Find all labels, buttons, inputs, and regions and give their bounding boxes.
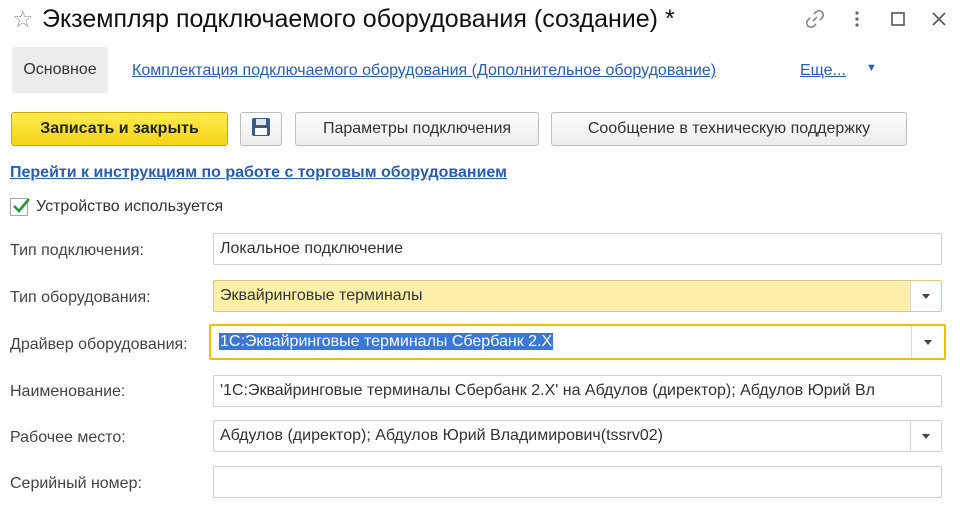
window-title: Экземпляр подключаемого оборудования (со… <box>42 5 675 33</box>
maximize-icon[interactable] <box>885 6 911 32</box>
support-message-button[interactable]: Сообщение в техническую поддержку <box>551 112 907 146</box>
floppy-disk-icon <box>251 117 271 142</box>
link-icon[interactable] <box>802 6 828 32</box>
dropdown-button[interactable] <box>910 421 941 451</box>
more-vertical-icon[interactable] <box>844 6 870 32</box>
tab-main[interactable]: Основное <box>12 47 108 93</box>
checkmark-icon <box>13 198 30 213</box>
driver-select[interactable]: 1С:Эквайринговые терминалы Сбербанк 2.X <box>209 324 946 360</box>
connection-type-label: Тип подключения: <box>10 242 144 259</box>
save-close-button[interactable]: Записать и закрыть <box>11 112 228 146</box>
driver-label: Драйвер оборудования: <box>10 336 188 353</box>
serial-label: Серийный номер: <box>10 475 142 492</box>
chevron-down-icon <box>922 293 930 299</box>
device-used-checkbox[interactable] <box>10 198 30 216</box>
save-button[interactable] <box>240 112 282 146</box>
name-input[interactable]: '1С:Эквайринговые терминалы Сбербанк 2.X… <box>213 375 942 407</box>
equipment-type-value: Эквайринговые терминалы <box>220 287 423 304</box>
tab-equipment-kit[interactable]: Комплектация подключаемого оборудования … <box>132 62 716 80</box>
serial-input[interactable] <box>213 466 942 498</box>
equipment-type-label: Тип оборудования: <box>10 289 151 306</box>
driver-value: 1С:Эквайринговые терминалы Сбербанк 2.X <box>219 333 554 350</box>
chevron-down-icon[interactable]: ▼ <box>866 62 877 74</box>
connection-type-field[interactable]: Локальное подключение <box>213 233 942 265</box>
chevron-down-icon <box>922 433 930 439</box>
connection-params-button[interactable]: Параметры подключения <box>295 112 539 146</box>
star-icon[interactable]: ☆ <box>12 6 34 34</box>
dropdown-button[interactable] <box>911 326 944 358</box>
workplace-label: Рабочее место: <box>10 429 126 446</box>
device-used-label: Устройство используется <box>36 198 224 215</box>
workplace-value: Абдулов (директор); Абдулов Юрий Владими… <box>220 427 663 444</box>
equipment-type-select[interactable]: Эквайринговые терминалы <box>213 280 942 312</box>
connection-type-value: Локальное подключение <box>220 240 404 257</box>
close-icon[interactable] <box>926 6 952 32</box>
name-label: Наименование: <box>10 383 126 400</box>
name-value: '1С:Эквайринговые терминалы Сбербанк 2.X… <box>220 382 875 399</box>
instructions-link[interactable]: Перейти к инструкциям по работе с торгов… <box>10 164 507 182</box>
dropdown-button[interactable] <box>910 281 941 311</box>
workplace-select[interactable]: Абдулов (директор); Абдулов Юрий Владими… <box>213 420 942 452</box>
chevron-down-icon <box>924 339 932 345</box>
device-used-row[interactable]: Устройство используется <box>10 198 223 216</box>
more-menu[interactable]: Еще... <box>800 62 846 80</box>
